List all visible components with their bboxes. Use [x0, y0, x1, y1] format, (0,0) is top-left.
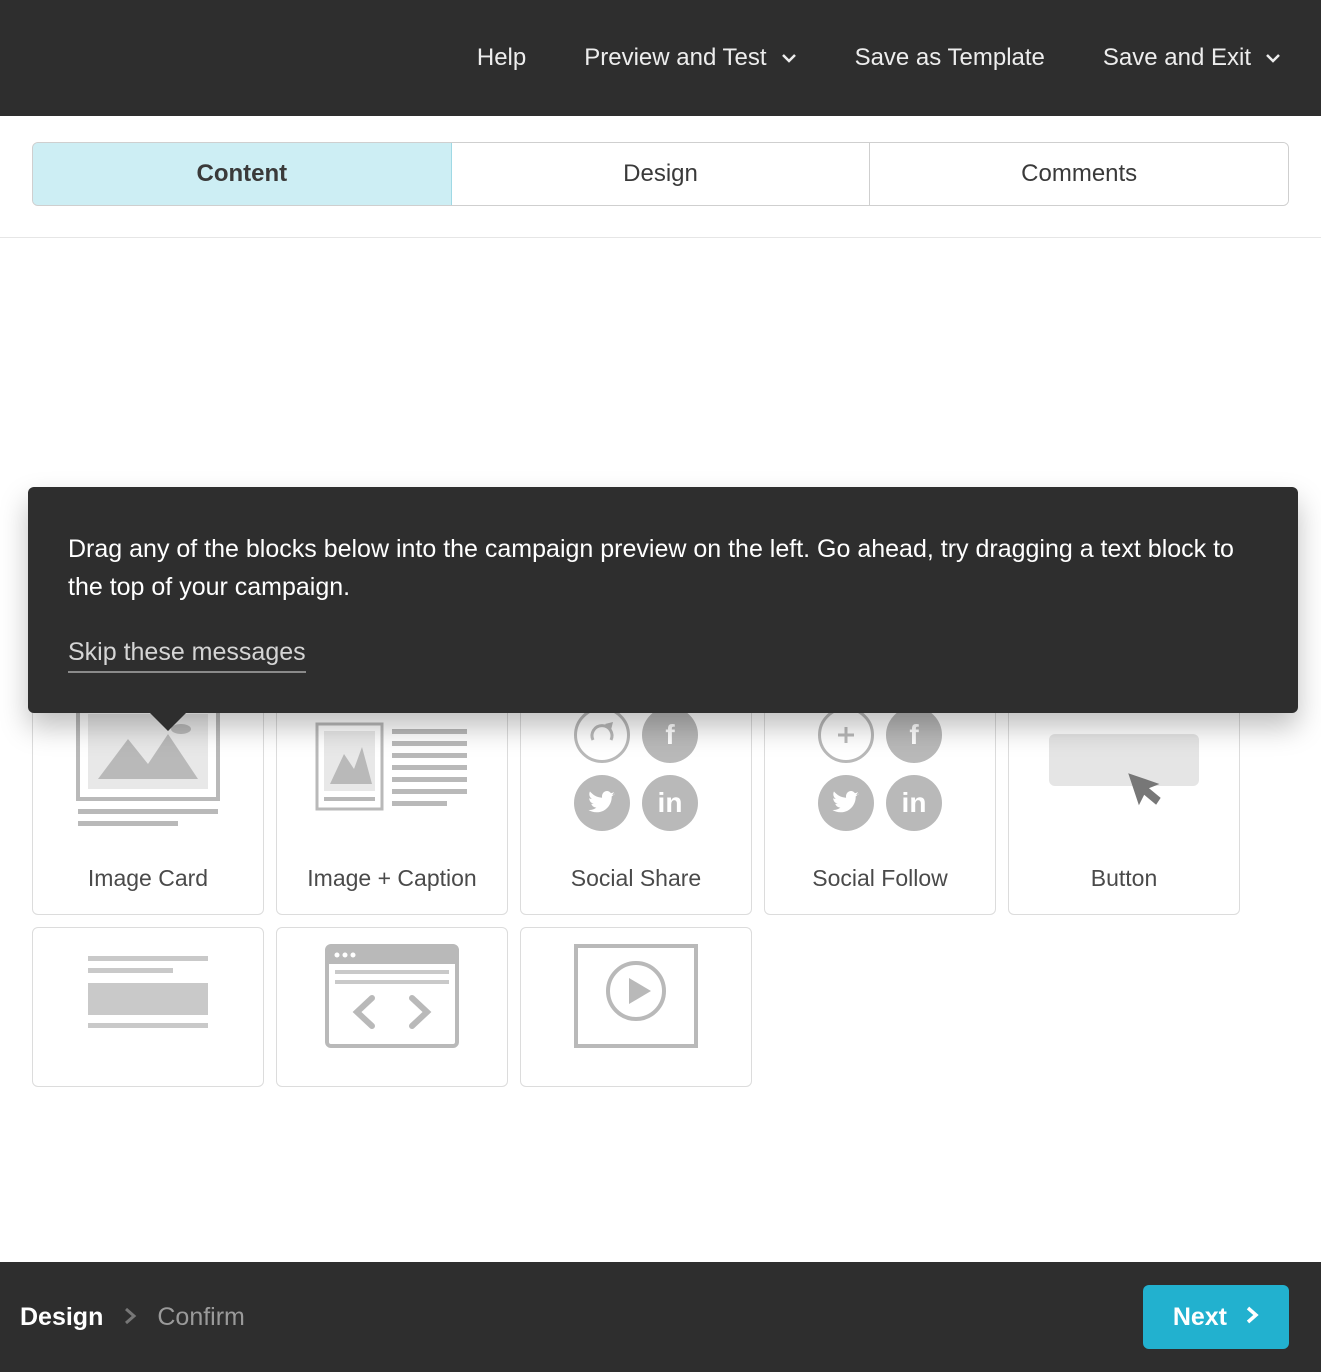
save-exit-label: Save and Exit	[1103, 44, 1251, 72]
tab-comments-label: Comments	[1021, 160, 1137, 188]
block-video[interactable]	[520, 927, 752, 1087]
share-icon	[574, 707, 630, 763]
block-code[interactable]	[276, 927, 508, 1087]
save-and-exit-dropdown[interactable]: Save and Exit	[1103, 44, 1281, 72]
help-link[interactable]: Help	[477, 44, 526, 72]
facebook-icon: f	[886, 707, 942, 763]
block-button-label: Button	[1091, 865, 1158, 892]
preview-test-label: Preview and Test	[584, 44, 766, 72]
tab-design[interactable]: Design	[451, 143, 870, 205]
bottom-bar: Design Confirm Next	[0, 1262, 1321, 1372]
tooltip-message: Drag any of the blocks below into the ca…	[68, 531, 1258, 606]
block-footer[interactable]	[32, 927, 264, 1087]
blocks-row-3	[32, 927, 1289, 1087]
chevron-right-icon	[1245, 1303, 1259, 1332]
video-icon	[521, 928, 751, 1064]
help-label: Help	[477, 44, 526, 72]
chevron-down-icon	[781, 50, 797, 66]
tab-content-label: Content	[197, 160, 288, 188]
plus-icon	[818, 707, 874, 763]
chevron-right-icon	[123, 1303, 137, 1332]
footer-icon	[33, 928, 263, 1064]
next-button[interactable]: Next	[1143, 1285, 1289, 1349]
save-template-label: Save as Template	[855, 44, 1045, 72]
save-as-template-link[interactable]: Save as Template	[855, 44, 1045, 72]
facebook-icon: f	[642, 707, 698, 763]
twitter-icon	[574, 775, 630, 831]
linkedin-icon: in	[642, 775, 698, 831]
panel-tabs-wrap: Content Design Comments	[0, 116, 1321, 238]
onboarding-tooltip: Drag any of the blocks below into the ca…	[28, 487, 1298, 713]
skip-messages-link[interactable]: Skip these messages	[68, 638, 306, 673]
preview-test-dropdown[interactable]: Preview and Test	[584, 44, 796, 72]
next-button-label: Next	[1173, 1303, 1227, 1332]
tab-comments[interactable]: Comments	[869, 143, 1288, 205]
breadcrumb: Design Confirm	[20, 1303, 245, 1332]
block-image-caption-label: Image + Caption	[307, 865, 476, 892]
code-icon	[277, 928, 507, 1064]
twitter-icon	[818, 775, 874, 831]
tab-design-label: Design	[623, 160, 698, 188]
tab-content[interactable]: Content	[32, 142, 452, 206]
block-image-card-label: Image Card	[88, 865, 208, 892]
block-social-share-label: Social Share	[571, 865, 701, 892]
chevron-down-icon	[1265, 50, 1281, 66]
panel-tabs: Content Design Comments	[32, 142, 1289, 206]
breadcrumb-design[interactable]: Design	[20, 1303, 103, 1332]
linkedin-icon: in	[886, 775, 942, 831]
block-social-follow-label: Social Follow	[812, 865, 948, 892]
breadcrumb-confirm[interactable]: Confirm	[157, 1303, 245, 1332]
top-navbar: Help Preview and Test Save as Template S…	[0, 0, 1321, 116]
